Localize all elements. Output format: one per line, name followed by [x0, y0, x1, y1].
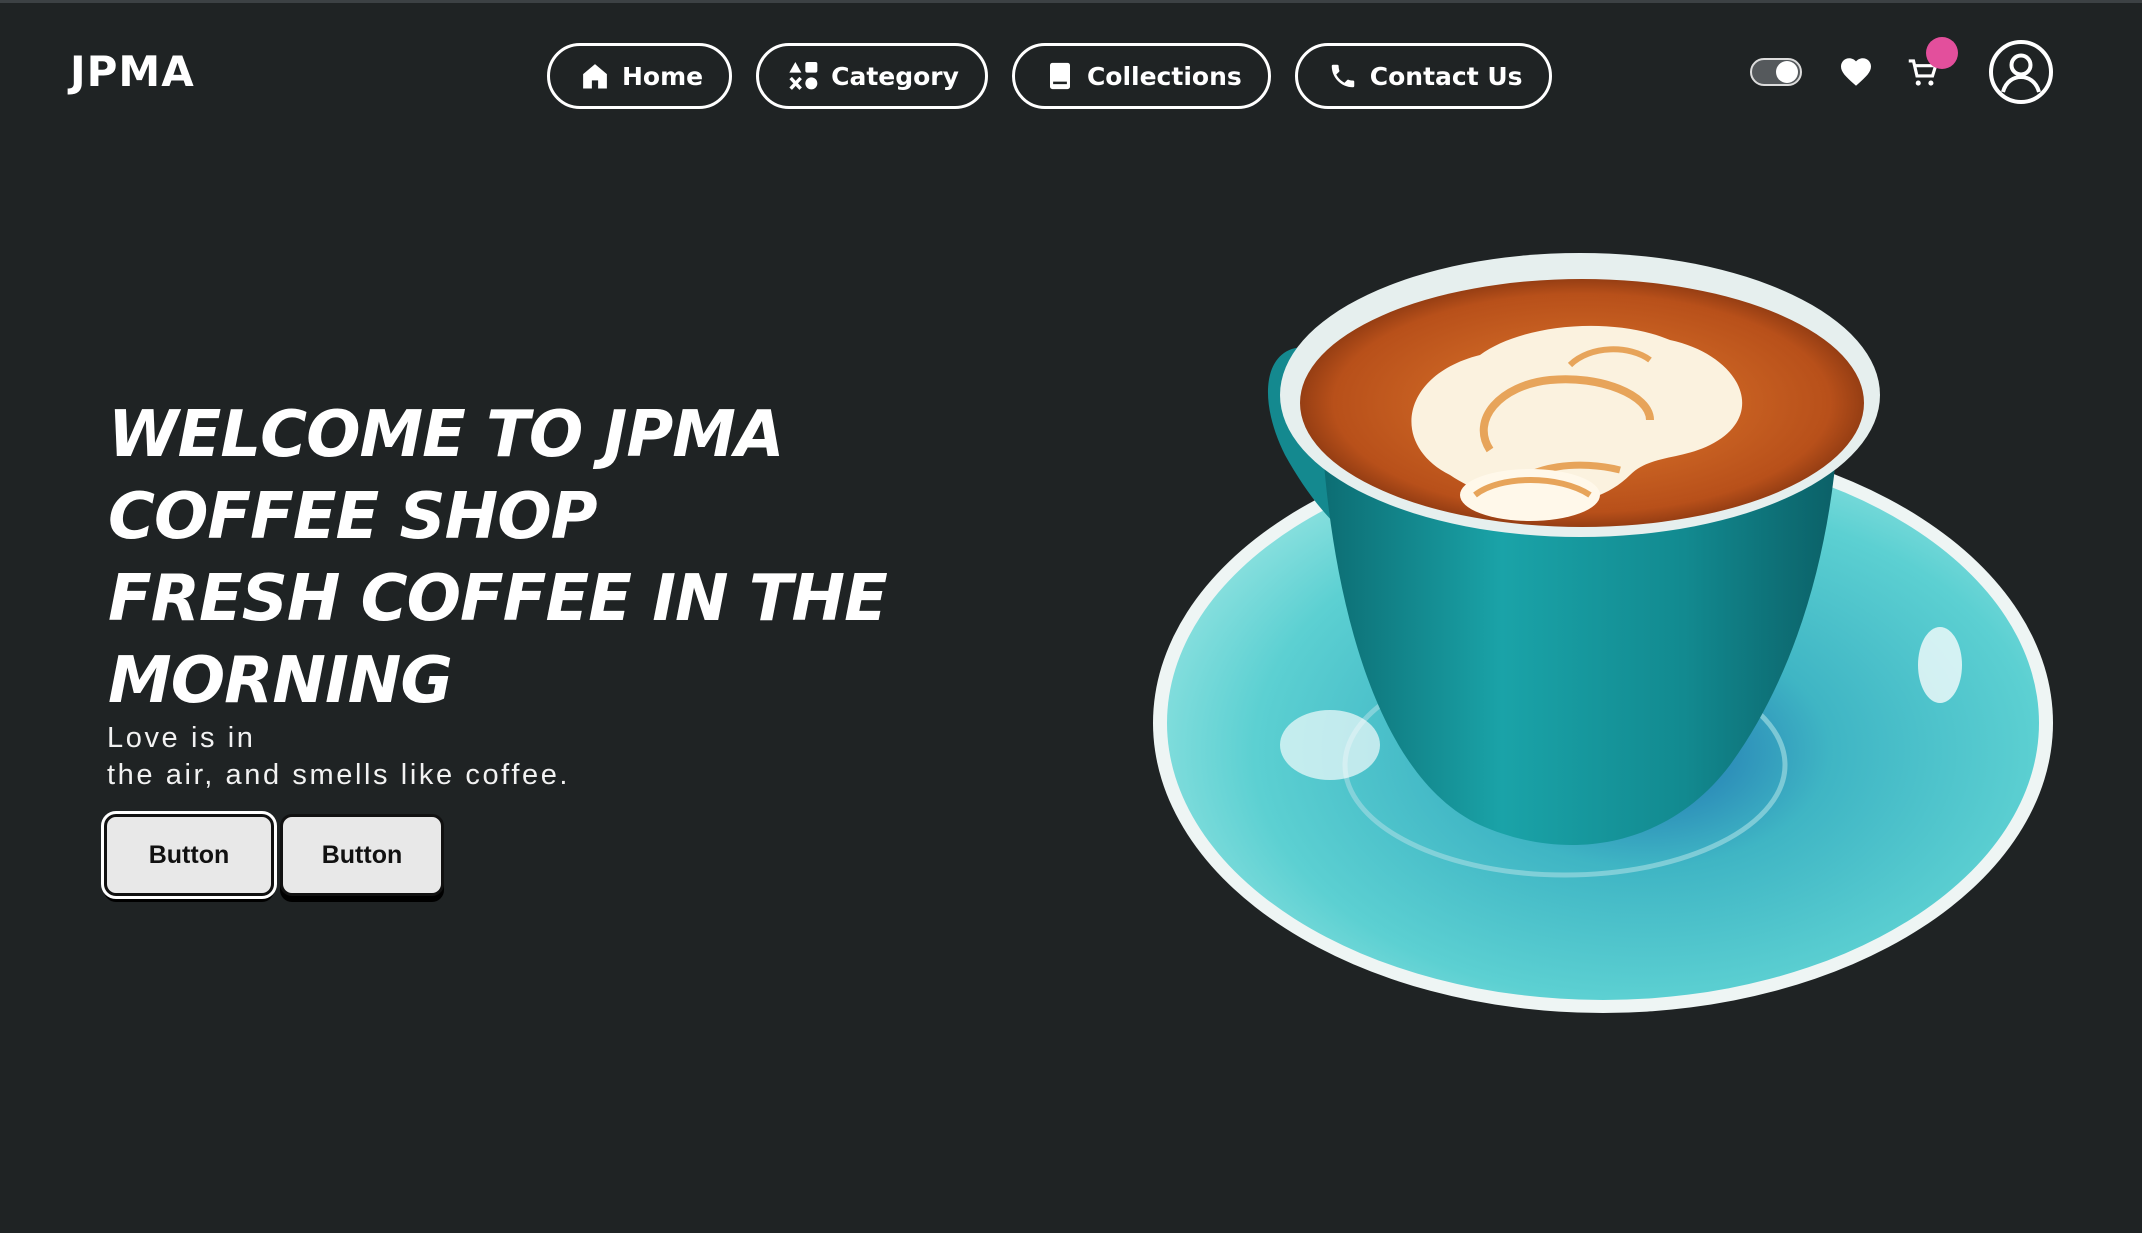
tagline-line: the air, and smells like coffee.	[107, 759, 571, 791]
nav-category[interactable]: Category	[756, 43, 988, 109]
tagline-line: Love is in	[107, 722, 256, 754]
header-toolbar	[1750, 37, 2054, 107]
hero-buttons: Button Button	[101, 811, 444, 899]
hero-tagline: Love is in the air, and smells like coff…	[107, 720, 807, 794]
nav-category-label: Category	[831, 61, 959, 91]
nav-collections[interactable]: Collections	[1011, 43, 1271, 109]
cart-button[interactable]	[1904, 37, 1958, 91]
toggle-knob	[1776, 61, 1798, 83]
logo[interactable]: JPMA	[70, 47, 195, 96]
nav-home-label: Home	[622, 61, 704, 91]
cart-badge	[1926, 37, 1958, 69]
nav-contact[interactable]: Contact Us	[1294, 43, 1552, 109]
nav-contact-label: Contact Us	[1369, 61, 1523, 91]
heart-icon[interactable]	[1838, 54, 1874, 90]
hero-title-line: WELCOME TO JPMA	[108, 398, 784, 472]
secondary-button[interactable]: Button	[280, 814, 444, 896]
nav-home[interactable]: Home	[547, 43, 733, 109]
hero-title-line: FRESH COFFEE IN THE	[108, 562, 888, 636]
hero-title: WELCOME TO JPMA COFFEE SHOP FRESH COFFEE…	[108, 394, 1028, 722]
primary-button[interactable]: Button	[101, 811, 277, 899]
hero-title-line: COFFEE SHOP	[108, 480, 598, 554]
category-icon	[787, 59, 821, 93]
user-circle-icon[interactable]	[1988, 39, 2054, 105]
page: JPMA Home Category Collections Contact U…	[0, 0, 2142, 1233]
nav-collections-label: Collections	[1086, 61, 1242, 91]
main-nav: Home Category Collections Contact Us	[547, 43, 1552, 109]
site-header: JPMA Home Category Collections Contact U…	[0, 3, 2142, 139]
book-icon	[1043, 59, 1077, 93]
coffee-cup-image	[1153, 253, 2053, 1013]
theme-toggle[interactable]	[1750, 58, 1802, 86]
home-icon	[578, 59, 612, 93]
phone-icon	[1326, 59, 1360, 93]
hero-title-line: MORNING	[108, 644, 453, 718]
